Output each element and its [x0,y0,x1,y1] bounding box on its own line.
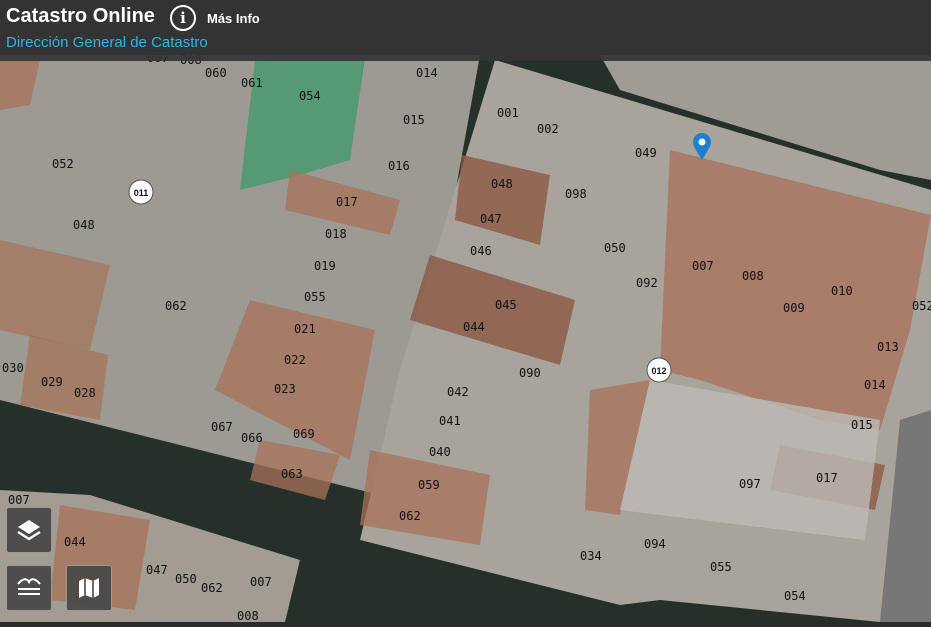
opacity-icon [17,578,41,595]
svg-text:008: 008 [237,609,259,622]
svg-text:013: 013 [877,340,899,354]
svg-text:094: 094 [644,537,666,551]
svg-text:062: 062 [201,581,223,595]
svg-text:014: 014 [416,66,438,80]
app-title: Catastro Online [6,5,155,27]
svg-text:048: 048 [491,177,513,191]
basemap-button[interactable] [66,565,112,611]
svg-text:016: 016 [388,159,410,173]
svg-text:017: 017 [816,471,838,485]
svg-text:008: 008 [742,269,764,283]
svg-text:067: 067 [211,420,233,434]
svg-text:021: 021 [294,322,316,336]
map-icon [79,578,99,598]
svg-text:022: 022 [284,353,306,367]
svg-text:050: 050 [604,241,626,255]
layers-icon [17,520,41,541]
svg-text:015: 015 [403,113,425,127]
svg-text:069: 069 [293,427,315,441]
svg-text:042: 042 [447,385,469,399]
svg-text:097: 097 [739,477,761,491]
map-canvas[interactable]: 011 012 007 008 060 061 054 014 015 052 … [0,0,931,623]
svg-text:029: 029 [41,375,63,389]
svg-text:047: 047 [480,212,502,226]
svg-text:014: 014 [864,378,886,392]
svg-text:041: 041 [439,414,461,428]
svg-text:040: 040 [429,445,451,459]
svg-text:063: 063 [281,467,303,481]
svg-text:052: 052 [912,299,931,313]
map-svg: 011 012 007 008 060 061 054 014 015 052 … [0,0,931,623]
svg-text:015: 015 [851,418,873,432]
svg-text:044: 044 [64,535,86,549]
svg-text:055: 055 [710,560,732,574]
layers-button[interactable] [6,507,52,553]
svg-text:045: 045 [495,298,517,312]
street-marker-label: 012 [651,366,666,376]
svg-text:098: 098 [565,187,587,201]
svg-text:090: 090 [519,366,541,380]
app-header: Catastro Online Dirección General de Cat… [0,0,931,61]
app-subtitle: Dirección General de Catastro [6,34,208,51]
svg-text:044: 044 [463,320,485,334]
svg-text:001: 001 [497,106,519,120]
svg-text:034: 034 [580,549,602,563]
info-icon: i [170,5,196,31]
svg-text:052: 052 [52,157,74,171]
svg-text:028: 028 [74,386,96,400]
svg-text:019: 019 [314,259,336,273]
svg-text:048: 048 [73,218,95,232]
svg-text:017: 017 [336,195,358,209]
svg-text:092: 092 [636,276,658,290]
more-info-button[interactable]: i Más Info [170,5,260,31]
opacity-button[interactable] [6,565,52,611]
svg-text:007: 007 [692,259,714,273]
svg-text:062: 062 [399,509,421,523]
svg-text:002: 002 [537,122,559,136]
svg-text:018: 018 [325,227,347,241]
svg-text:054: 054 [299,89,321,103]
street-marker-label: 011 [134,188,149,198]
svg-text:050: 050 [175,572,197,586]
svg-text:007: 007 [8,493,30,507]
svg-text:054: 054 [784,589,806,603]
svg-text:009: 009 [783,301,805,315]
svg-text:066: 066 [241,431,263,445]
more-info-label: Más Info [207,10,260,26]
svg-text:010: 010 [831,284,853,298]
svg-text:046: 046 [470,244,492,258]
svg-text:047: 047 [146,563,168,577]
svg-text:062: 062 [165,299,187,313]
svg-text:007: 007 [250,575,272,589]
svg-text:055: 055 [304,290,326,304]
svg-text:060: 060 [205,66,227,80]
svg-text:030: 030 [2,361,24,375]
svg-text:049: 049 [635,146,657,160]
svg-text:061: 061 [241,76,263,90]
svg-text:059: 059 [418,478,440,492]
svg-text:023: 023 [274,382,296,396]
